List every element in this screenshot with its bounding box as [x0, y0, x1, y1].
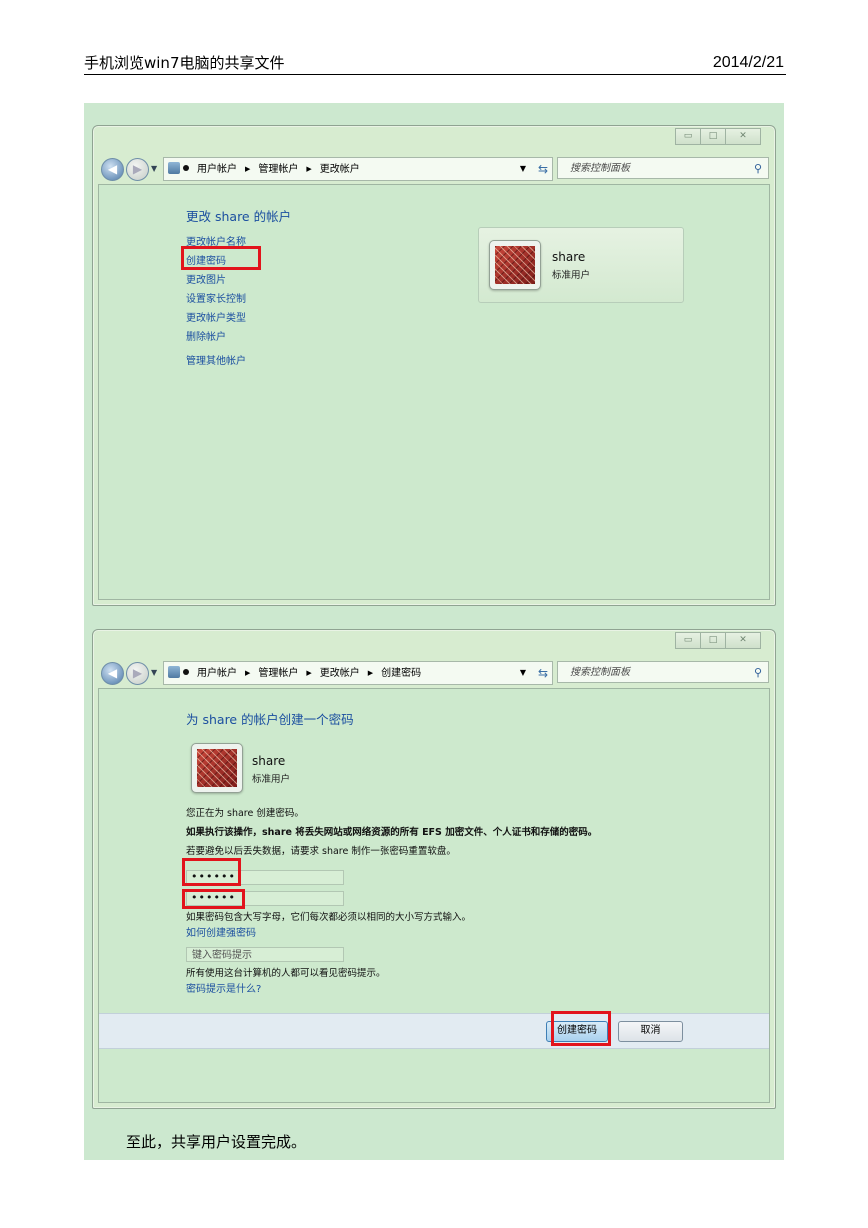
breadcrumb-item[interactable]: 管理帐户	[258, 668, 298, 679]
close-button[interactable]: ✕	[725, 128, 761, 145]
highlight-box	[551, 1011, 611, 1046]
minimize-button[interactable]: ▭	[675, 632, 701, 649]
forward-button[interactable]: ▶	[126, 662, 149, 685]
link-delete-account[interactable]: 删除帐户	[186, 328, 226, 343]
page-heading: 更改 share 的帐户	[186, 209, 292, 224]
highlight-box	[182, 858, 241, 886]
minimize-button[interactable]: ▭	[675, 128, 701, 145]
strong-password-link[interactable]: 如何创建强密码	[186, 924, 256, 939]
password-hint-placeholder: 键入密码提示	[192, 950, 252, 961]
address-dropdown-icon[interactable]: ▼	[520, 662, 526, 684]
search-placeholder: 搜索控制面板	[570, 667, 630, 678]
link-manage-other-accounts[interactable]: 管理其他帐户	[186, 352, 246, 367]
highlight-box	[182, 889, 245, 909]
maximize-button[interactable]: □	[700, 632, 726, 649]
breadcrumb-arrow-icon[interactable]: ▶	[306, 669, 311, 677]
forward-button[interactable]: ▶	[126, 158, 149, 181]
link-change-account-type[interactable]: 更改帐户类型	[186, 309, 246, 324]
maximize-button[interactable]: □	[700, 128, 726, 145]
document-title: 手机浏览win7电脑的共享文件	[84, 54, 285, 72]
user-role: 标准用户	[552, 270, 591, 281]
content-pane: 为 share 的帐户创建一个密码 share 标准用户 您正在为 share …	[98, 688, 770, 1103]
highlight-box	[181, 246, 261, 270]
content-pane: 更改 share 的帐户 更改帐户名称 创建密码 更改图片 设置家长控制 更改帐…	[98, 184, 770, 600]
breadcrumb-item[interactable]: 更改帐户	[320, 668, 360, 679]
breadcrumb-item[interactable]: 用户帐户	[197, 164, 237, 175]
control-panel-icon	[168, 666, 180, 678]
create-password-window: ▭ □ ✕ ◀ ▶ ▼ 用户帐户 ▶ 管理帐户 ▶ 更改帐户 ▶ 创建密码 ▼ ⇆ 搜索控制…	[92, 629, 776, 1109]
address-dot-icon	[183, 165, 189, 171]
password-hint-input[interactable]: 键入密码提示	[186, 947, 344, 962]
user-name: share	[252, 754, 286, 768]
link-change-picture[interactable]: 更改图片	[186, 271, 226, 286]
breadcrumb-item[interactable]: 用户帐户	[197, 668, 237, 679]
warning-text: 如果执行该操作，share 将丢失网站或网络资源的所有 EFS 加密文件、个人证…	[186, 827, 598, 838]
refresh-icon[interactable]: ⇆	[538, 662, 548, 684]
search-icon[interactable]: ⚲	[754, 158, 762, 180]
refresh-icon[interactable]: ⇆	[538, 158, 548, 180]
page-heading: 为 share 的帐户创建一个密码	[186, 712, 354, 727]
breadcrumb-item[interactable]: 管理帐户	[258, 164, 298, 175]
breadcrumb-arrow-icon[interactable]: ▶	[306, 165, 311, 173]
recent-pages-dropdown[interactable]: ▼	[151, 164, 157, 173]
close-button[interactable]: ✕	[725, 632, 761, 649]
search-icon[interactable]: ⚲	[754, 662, 762, 684]
info-text: 您正在为 share 创建密码。	[186, 808, 304, 819]
link-parental-controls[interactable]: 设置家长控制	[186, 290, 246, 305]
reset-disk-text: 若要避免以后丢失数据，请要求 share 制作一张密码重置软盘。	[186, 846, 456, 857]
user-avatar	[489, 240, 541, 290]
user-card: share 标准用户	[478, 227, 684, 303]
address-bar[interactable]: 用户帐户 ▶ 管理帐户 ▶ 更改帐户 ▼ ⇆	[163, 157, 553, 181]
breadcrumb-arrow-icon[interactable]: ▶	[245, 165, 250, 173]
recent-pages-dropdown[interactable]: ▼	[151, 668, 157, 677]
search-placeholder: 搜索控制面板	[570, 163, 630, 174]
back-button[interactable]: ◀	[101, 662, 124, 685]
breadcrumb-item[interactable]: 更改帐户	[320, 164, 360, 175]
navigation-bar: ◀ ▶ ▼ 用户帐户 ▶ 管理帐户 ▶ 更改帐户 ▼ ⇆ 搜索控制面板 ⚲	[99, 156, 769, 182]
breadcrumb-arrow-icon[interactable]: ▶	[368, 669, 373, 677]
control-panel-icon	[168, 162, 180, 174]
breadcrumb-item[interactable]: 创建密码	[381, 668, 421, 679]
hint-note-text: 所有使用这台计算机的人都可以看见密码提示。	[186, 968, 386, 979]
window-caption-buttons: ▭ □ ✕	[675, 128, 761, 145]
window-caption-buttons: ▭ □ ✕	[675, 632, 761, 649]
breadcrumb-arrow-icon[interactable]: ▶	[245, 669, 250, 677]
navigation-bar: ◀ ▶ ▼ 用户帐户 ▶ 管理帐户 ▶ 更改帐户 ▶ 创建密码 ▼ ⇆ 搜索控制面板 ⚲	[99, 660, 769, 686]
cancel-button[interactable]: 取消	[618, 1021, 683, 1042]
case-note-text: 如果密码包含大写字母，它们每次都必须以相同的大小写方式输入。	[186, 912, 472, 923]
address-dropdown-icon[interactable]: ▼	[520, 158, 526, 180]
user-avatar	[191, 743, 243, 793]
document-caption: 至此，共享用户设置完成。	[126, 1133, 307, 1151]
page-header: 手机浏览win7电脑的共享文件 2014/2/21	[84, 52, 786, 75]
password-hint-link[interactable]: 密码提示是什么?	[186, 980, 261, 995]
search-box[interactable]: 搜索控制面板 ⚲	[557, 157, 769, 179]
address-bar[interactable]: 用户帐户 ▶ 管理帐户 ▶ 更改帐户 ▶ 创建密码 ▼ ⇆	[163, 661, 553, 685]
change-account-window: ▭ □ ✕ ◀ ▶ ▼ 用户帐户 ▶ 管理帐户 ▶ 更改帐户 ▼ ⇆ 搜索控制面板 ⚲ …	[92, 125, 776, 606]
button-bar: 创建密码 取消	[99, 1011, 769, 1049]
search-box[interactable]: 搜索控制面板 ⚲	[557, 661, 769, 683]
document-date: 2014/2/21	[712, 54, 784, 71]
back-button[interactable]: ◀	[101, 158, 124, 181]
user-name: share	[552, 250, 586, 264]
address-dot-icon	[183, 669, 189, 675]
user-role: 标准用户	[252, 774, 291, 785]
